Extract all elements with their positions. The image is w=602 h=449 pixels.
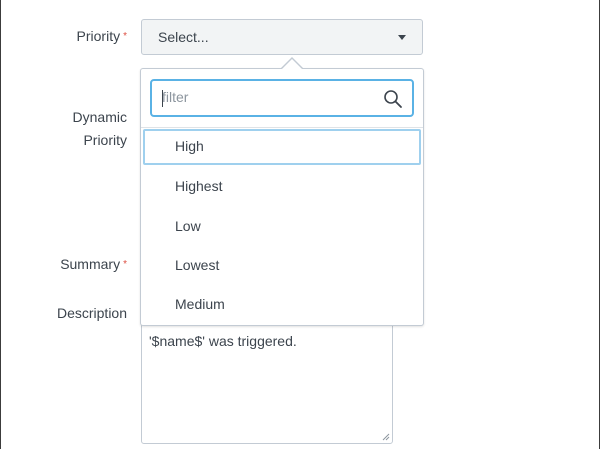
option-highest[interactable]: Highest bbox=[143, 169, 421, 205]
options-divider bbox=[141, 127, 423, 128]
option-label: High bbox=[175, 138, 204, 154]
priority-label: Priority * bbox=[1, 28, 127, 44]
option-label: Lowest bbox=[175, 257, 220, 273]
description-label: Description bbox=[56, 305, 127, 321]
form-panel: Priority * Select... Dynamic Priority Sum… bbox=[0, 0, 600, 449]
filter-field[interactable] bbox=[150, 79, 414, 117]
option-high[interactable]: High bbox=[143, 129, 421, 165]
summary-required-mark: * bbox=[123, 259, 127, 270]
description-textarea[interactable]: '$name$' was triggered. bbox=[141, 320, 393, 444]
priority-select[interactable]: Select... bbox=[141, 19, 423, 55]
dynamic-priority-label: Dynamic Priority bbox=[1, 106, 127, 152]
priority-required-mark: * bbox=[123, 31, 127, 42]
option-label: Medium bbox=[175, 296, 225, 312]
caret-down-icon bbox=[398, 35, 406, 40]
summary-label-text: Summary bbox=[60, 256, 121, 272]
option-label: Highest bbox=[175, 178, 223, 194]
priority-select-value: Select... bbox=[158, 29, 209, 45]
option-label: Low bbox=[175, 218, 201, 234]
option-medium[interactable]: Medium bbox=[143, 287, 421, 323]
filter-input[interactable] bbox=[162, 89, 362, 105]
dropdown-pointer-fill bbox=[282, 59, 302, 69]
priority-dropdown: High Highest Low Lowest Medium bbox=[140, 68, 424, 326]
option-lowest[interactable]: Lowest bbox=[143, 248, 421, 284]
search-icon bbox=[384, 90, 402, 108]
summary-label: Summary * bbox=[1, 256, 127, 272]
description-value: '$name$' was triggered. bbox=[149, 333, 297, 349]
resize-grip-icon[interactable] bbox=[382, 433, 390, 441]
text-cursor bbox=[162, 90, 163, 107]
priority-label-text: Priority bbox=[76, 28, 121, 44]
option-low[interactable]: Low bbox=[143, 209, 421, 245]
dynamic-priority-label-line2: Priority bbox=[83, 132, 127, 148]
dynamic-priority-label-line1: Dynamic bbox=[72, 109, 127, 125]
